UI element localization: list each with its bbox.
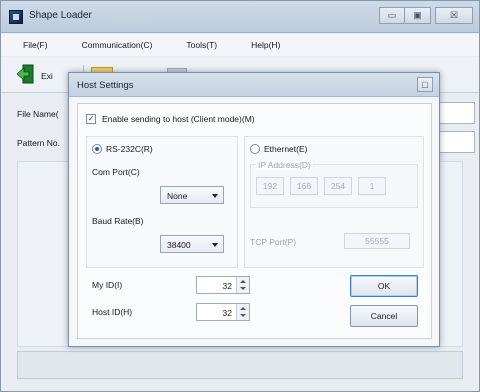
host-id-spin-buttons[interactable] — [236, 304, 249, 320]
window-controls: ▭ ▣ ☒ — [379, 7, 473, 24]
ip-address-label: IP Address(D) — [256, 160, 313, 170]
menu-bar: File(F) Communication(C) Tools(T) Help(H… — [1, 34, 479, 56]
exit-icon[interactable] — [17, 64, 35, 84]
enable-sending-label: Enable sending to host (Client mode)(M) — [102, 114, 255, 124]
title-ghost-text — [111, 13, 151, 21]
my-id-value: 32 — [222, 281, 232, 291]
com-port-label: Com Port(C) — [92, 167, 140, 177]
pattern-no-label: Pattern No. — [17, 138, 60, 148]
my-id-spin-buttons[interactable] — [236, 277, 249, 293]
close-button[interactable]: ☒ — [435, 7, 473, 24]
app-icon — [9, 10, 23, 24]
menu-help[interactable]: Help(H) — [229, 40, 292, 50]
enable-sending-checkbox[interactable]: ✓ — [86, 114, 96, 124]
exit-button-label[interactable]: Exi — [41, 71, 53, 81]
com-port-select[interactable]: None — [160, 186, 224, 204]
title-bar[interactable]: Shape Loader ▭ ▣ ☒ — [1, 1, 479, 33]
chevron-down-icon — [212, 194, 218, 198]
spin-down-icon[interactable] — [240, 287, 246, 290]
tcp-port-label: TCP Port(P) — [250, 237, 297, 247]
window-title: Shape Loader — [29, 10, 92, 21]
ip-octet-2[interactable]: 168 — [290, 177, 318, 195]
menu-file[interactable]: File(F) — [1, 40, 60, 50]
rs232c-radio[interactable] — [92, 144, 102, 154]
ip-octet-4[interactable]: 1 — [358, 177, 386, 195]
status-panel — [17, 351, 463, 379]
ethernet-radio[interactable] — [250, 144, 260, 154]
file-name-label: File Name( — [17, 109, 59, 119]
my-id-label: My ID(I) — [92, 280, 123, 290]
host-id-spinner[interactable]: 32 — [196, 303, 250, 321]
menu-communication[interactable]: Communication(C) — [60, 40, 165, 50]
baud-rate-select[interactable]: 38400 — [160, 235, 224, 253]
spin-up-icon[interactable] — [240, 280, 246, 283]
rs232c-label: RS-232C(R) — [106, 144, 153, 154]
my-id-spinner[interactable]: 32 — [196, 276, 250, 294]
maximize-button[interactable]: ▣ — [405, 7, 431, 24]
tcp-port-input[interactable]: 55555 — [344, 233, 410, 249]
spin-down-icon[interactable] — [240, 314, 246, 317]
host-id-label: Host ID(H) — [92, 307, 133, 317]
com-port-value: None — [167, 191, 188, 201]
ip-octet-3[interactable]: 254 — [324, 177, 352, 195]
menu-tools[interactable]: Tools(T) — [164, 40, 229, 50]
host-id-value: 32 — [222, 308, 232, 318]
dialog-title: Host Settings — [77, 80, 134, 91]
baud-rate-label: Baud Rate(B) — [92, 216, 144, 226]
host-settings-dialog: Host Settings ▢ ✓ Enable sending to host… — [68, 72, 440, 347]
dialog-body: ✓ Enable sending to host (Client mode)(M… — [77, 103, 432, 339]
ip-octet-1[interactable]: 192 — [256, 177, 284, 195]
chevron-down-icon — [212, 243, 218, 247]
ethernet-label: Ethernet(E) — [264, 144, 308, 154]
cancel-button[interactable]: Cancel — [350, 305, 418, 327]
ok-button[interactable]: OK — [350, 275, 418, 297]
dialog-title-bar[interactable]: Host Settings ▢ — [69, 73, 439, 97]
baud-rate-value: 38400 — [167, 240, 191, 250]
spin-up-icon[interactable] — [240, 307, 246, 310]
minimize-button[interactable]: ▭ — [379, 7, 405, 24]
dialog-close-button[interactable]: ▢ — [417, 77, 433, 92]
